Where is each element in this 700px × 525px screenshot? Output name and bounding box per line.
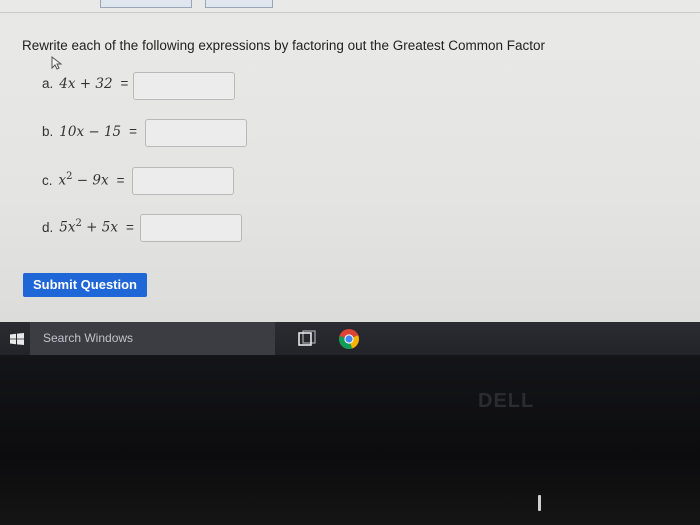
task-view-icon[interactable] [296, 330, 318, 348]
question-label: b. [42, 124, 54, 139]
top-button[interactable] [100, 0, 192, 8]
question-label: a. [42, 76, 54, 91]
question-label: c. [42, 172, 53, 188]
question-expression-base: x [58, 172, 67, 189]
question-expression: 4x + 32 [59, 76, 113, 92]
equals-sign: = [129, 124, 138, 139]
question-label: d. [42, 219, 54, 235]
question-c: c. x2 − 9x = [42, 171, 131, 189]
question-expression-base: 5x [59, 219, 76, 236]
equals-sign: = [125, 219, 134, 235]
top-button[interactable] [205, 0, 273, 8]
question-b: b. 10x − 15 = [42, 124, 143, 140]
question-d: d. 5x2 + 5x = [42, 218, 140, 236]
question-expression-rest: + 5x [81, 219, 118, 236]
reflection-mark [538, 495, 541, 511]
search-placeholder: Search Windows [43, 331, 134, 345]
instructions-text: Rewrite each of the following expression… [22, 38, 545, 53]
equals-sign: = [116, 172, 125, 188]
divider [0, 12, 700, 13]
question-expression: 10x − 15 [59, 124, 122, 140]
chrome-icon[interactable] [338, 328, 360, 350]
top-toolbar [0, 0, 700, 10]
answer-input-d[interactable] [140, 214, 242, 242]
submit-question-button[interactable]: Submit Question [23, 273, 147, 297]
answer-input-a[interactable] [133, 72, 235, 100]
windows-start-icon[interactable] [10, 333, 24, 345]
brand-logo: DELL [478, 390, 535, 412]
mouse-cursor-icon [51, 56, 63, 70]
browser-content: Rewrite each of the following expression… [0, 0, 700, 322]
question-a: a. 4x + 32 = [42, 76, 134, 92]
taskbar-search-box[interactable]: Search Windows [30, 322, 275, 355]
answer-input-b[interactable] [145, 119, 247, 147]
equals-sign: = [120, 76, 129, 91]
laptop-bezel [0, 355, 700, 525]
answer-input-c[interactable] [132, 167, 234, 195]
question-expression-rest: − 9x [72, 172, 109, 189]
